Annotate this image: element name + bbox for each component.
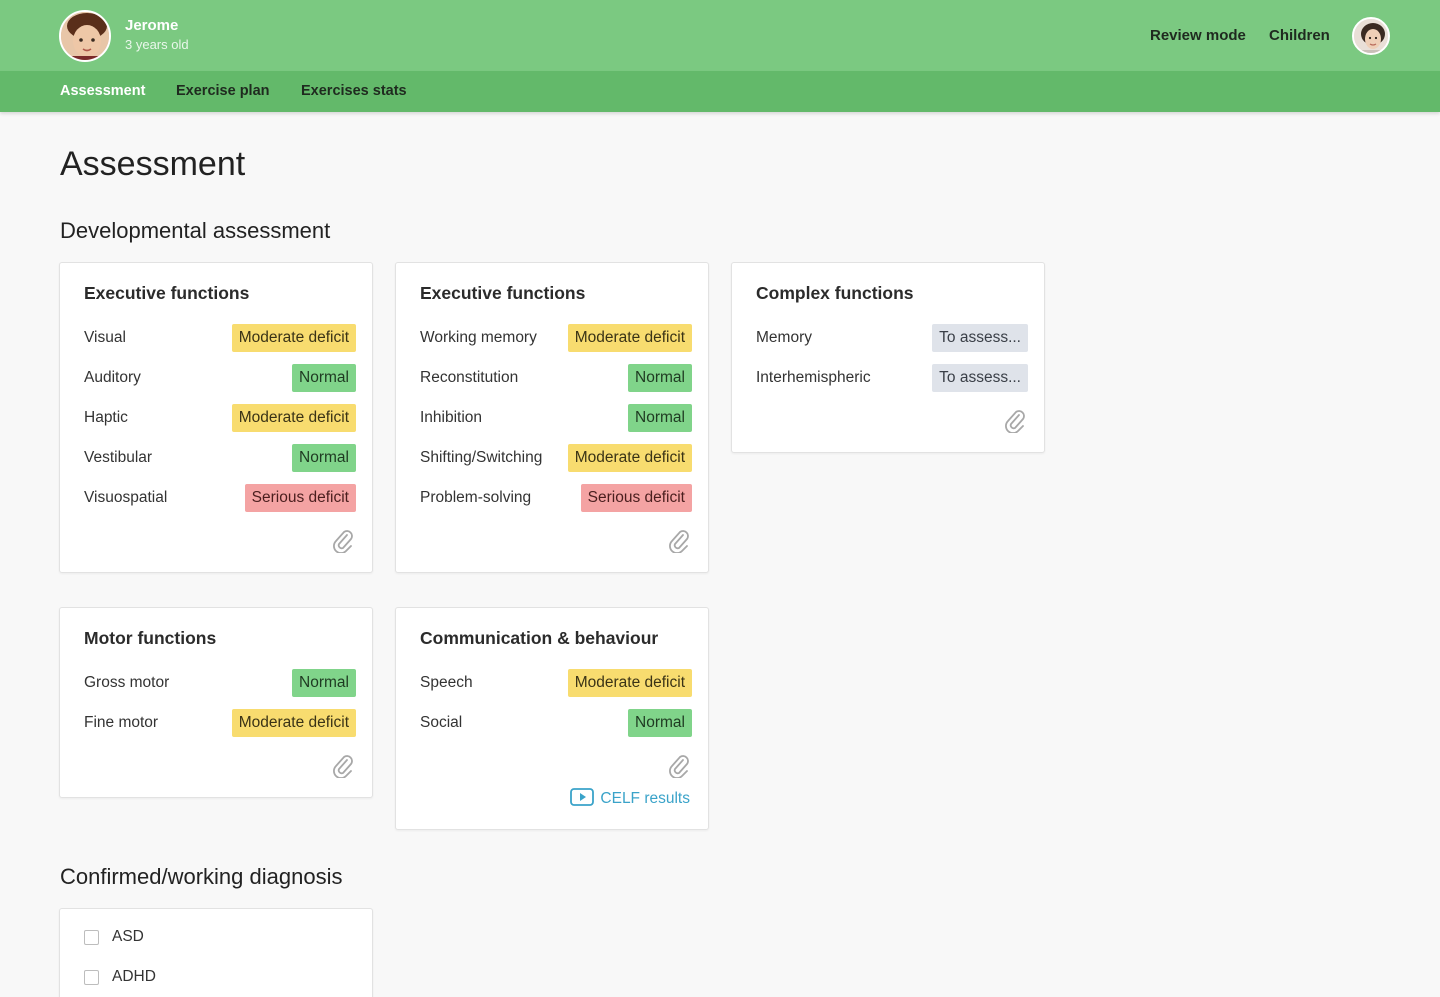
assessment-row: Reconstitution Normal	[420, 364, 692, 392]
row-label: Working memory	[420, 329, 537, 346]
diagnosis-title: Confirmed/working diagnosis	[60, 864, 343, 889]
assessment-row: Memory To assess...	[756, 324, 1028, 352]
paperclip-icon[interactable]	[332, 529, 354, 554]
assessment-row: Shifting/Switching Moderate deficit	[420, 444, 692, 472]
assessment-row: Speech Moderate deficit	[420, 669, 692, 697]
row-label: Gross motor	[84, 674, 170, 691]
status-badge[interactable]: Normal	[292, 669, 356, 697]
video-icon	[570, 787, 595, 811]
celf-results-label: CELF results	[600, 790, 690, 807]
tab-assessment[interactable]: Assessment	[60, 83, 145, 99]
tab-exercise-plan[interactable]: Exercise plan	[176, 83, 270, 99]
status-badge[interactable]: Normal	[292, 444, 356, 472]
row-label: Visuospatial	[84, 489, 168, 506]
card-communication-behaviour: Communication & behaviour Speech Moderat…	[395, 607, 709, 830]
status-badge[interactable]: Serious deficit	[580, 484, 692, 512]
row-label: Memory	[756, 329, 812, 346]
row-label: Social	[420, 714, 463, 731]
row-label: Inhibition	[420, 409, 483, 426]
status-badge[interactable]: Normal	[628, 364, 692, 392]
diagnosis-label: ASD	[112, 928, 144, 945]
status-badge[interactable]: Normal	[628, 404, 692, 432]
status-badge[interactable]: Serious deficit	[244, 484, 356, 512]
card-title: Complex functions	[756, 283, 914, 303]
card-complex-functions: Complex functions Memory To assess... In…	[731, 262, 1045, 453]
celf-results-link[interactable]: CELF results	[570, 787, 690, 811]
row-label: Fine motor	[84, 714, 159, 731]
status-badge[interactable]: Moderate deficit	[567, 669, 692, 697]
diagnosis-label: ADHD	[112, 968, 156, 985]
paperclip-icon[interactable]	[668, 754, 690, 779]
tab-exercises-stats[interactable]: Exercises stats	[301, 83, 407, 99]
assessment-row: Social Normal	[420, 709, 692, 737]
row-label: Speech	[420, 674, 473, 691]
status-badge[interactable]: Moderate deficit	[231, 709, 356, 737]
child-avatar[interactable]	[59, 10, 111, 62]
assessment-row: Working memory Moderate deficit	[420, 324, 692, 352]
status-badge[interactable]: Moderate deficit	[567, 444, 692, 472]
row-label: Auditory	[84, 369, 141, 386]
card-motor-functions: Motor functions Gross motor Normal Fine …	[59, 607, 373, 798]
assessment-row: Problem-solving Serious deficit	[420, 484, 692, 512]
paperclip-icon[interactable]	[332, 754, 354, 779]
assessment-row: Vestibular Normal	[84, 444, 356, 472]
status-badge[interactable]: Moderate deficit	[567, 324, 692, 352]
status-badge[interactable]: To assess...	[932, 324, 1028, 352]
status-badge[interactable]: To assess...	[932, 364, 1028, 392]
child-age: 3 years old	[125, 37, 189, 52]
assessment-row: Gross motor Normal	[84, 669, 356, 697]
sub-navigation: Assessment Exercise plan Exercises stats	[0, 71, 1440, 112]
top-header: Jerome 3 years old Review mode Children	[0, 0, 1440, 71]
row-label: Shifting/Switching	[420, 449, 543, 466]
row-label: Interhemispheric	[756, 369, 871, 386]
status-badge[interactable]: Moderate deficit	[231, 404, 356, 432]
assessment-row: Fine motor Moderate deficit	[84, 709, 356, 737]
assessment-row: Inhibition Normal	[420, 404, 692, 432]
assessment-row: Haptic Moderate deficit	[84, 404, 356, 432]
row-label: Problem-solving	[420, 489, 532, 506]
status-badge[interactable]: Moderate deficit	[231, 324, 356, 352]
row-label: Vestibular	[84, 449, 153, 466]
card-diagnosis: ASD ADHD	[59, 908, 373, 997]
card-executive-functions-1: Executive functions Visual Moderate defi…	[59, 262, 373, 573]
card-title: Executive functions	[420, 283, 586, 303]
card-title: Communication & behaviour	[420, 628, 659, 648]
row-label: Haptic	[84, 409, 128, 426]
row-label: Visual	[84, 329, 126, 346]
card-title: Executive functions	[84, 283, 250, 303]
checkbox[interactable]	[84, 930, 99, 945]
review-mode-link[interactable]: Review mode	[1150, 27, 1246, 44]
assessment-row: Auditory Normal	[84, 364, 356, 392]
developmental-assessment-title: Developmental assessment	[60, 218, 331, 243]
assessment-row: Visual Moderate deficit	[84, 324, 356, 352]
checkbox[interactable]	[84, 970, 99, 985]
assessment-row: Visuospatial Serious deficit	[84, 484, 356, 512]
status-badge[interactable]: Normal	[628, 709, 692, 737]
assessment-row: Interhemispheric To assess...	[756, 364, 1028, 392]
status-badge[interactable]: Normal	[292, 364, 356, 392]
paperclip-icon[interactable]	[668, 529, 690, 554]
card-title: Motor functions	[84, 628, 217, 648]
paperclip-icon[interactable]	[1004, 409, 1026, 434]
page-title: Assessment	[60, 145, 246, 183]
row-label: Reconstitution	[420, 369, 519, 386]
user-avatar[interactable]	[1352, 17, 1390, 55]
card-executive-functions-2: Executive functions Working memory Moder…	[395, 262, 709, 573]
children-link[interactable]: Children	[1269, 27, 1330, 44]
child-name: Jerome	[125, 17, 179, 34]
